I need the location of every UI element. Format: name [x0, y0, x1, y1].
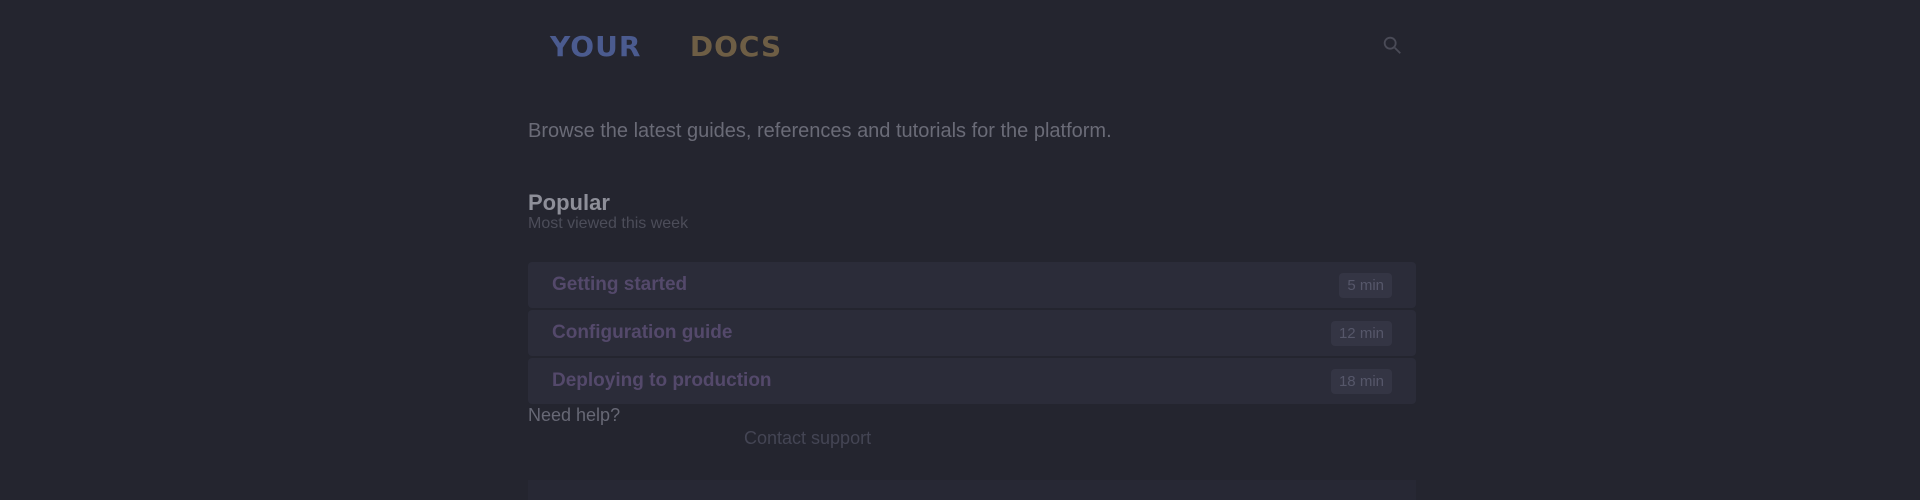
logo-secondary: DOCS — [689, 29, 783, 63]
list-item[interactable]: Getting started 5 min — [528, 262, 1416, 308]
intro-text: Browse the latest guides, references and… — [528, 120, 1112, 142]
list-item[interactable]: Configuration guide 12 min — [528, 310, 1416, 356]
header: YOUR DOCS — [528, 20, 1416, 72]
footer-link[interactable]: Contact support — [744, 428, 871, 449]
card-meta: 5 min — [1339, 272, 1392, 298]
footer-divider — [528, 480, 1416, 500]
card-meta: 18 min — [1330, 368, 1392, 394]
card-title: Configuration guide — [552, 322, 733, 343]
logo[interactable]: YOUR DOCS — [550, 20, 783, 72]
card-title: Getting started — [552, 274, 688, 295]
section-title: Popular — [528, 190, 610, 215]
search-icon — [1381, 34, 1403, 61]
logo-primary: YOUR — [550, 29, 642, 63]
page: YOUR DOCS Browse the latest guides, refe… — [528, 0, 1416, 500]
list-item[interactable]: Deploying to production 18 min — [528, 358, 1416, 404]
card-meta: 12 min — [1330, 320, 1392, 346]
section-subtitle: Most viewed this week — [528, 215, 689, 232]
header-action-button[interactable] — [1368, 23, 1416, 71]
footer-note: Need help? — [528, 405, 621, 425]
card-list: Getting started 5 min Configuration guid… — [528, 262, 1416, 406]
card-title: Deploying to production — [552, 370, 772, 391]
